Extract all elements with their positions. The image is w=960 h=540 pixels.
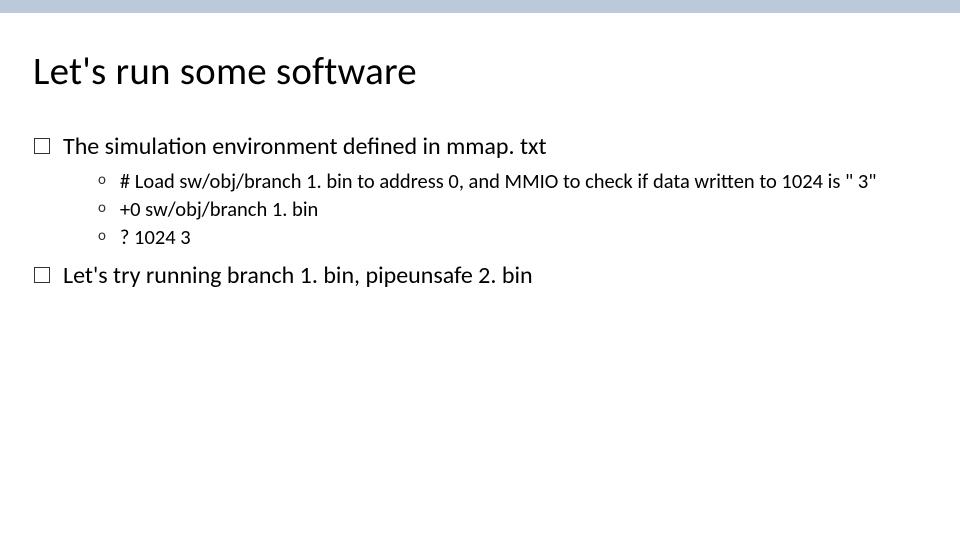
checkbox-icon [34, 267, 50, 283]
sub-list: o # Load sw/obj/branch 1. bin to address… [98, 168, 960, 251]
slide-content: The simulation environment defined in mm… [34, 132, 960, 291]
sub-item: o # Load sw/obj/branch 1. bin to address… [98, 168, 960, 194]
bullet-text: Let's try running branch 1. bin, pipeuns… [63, 261, 533, 291]
circle-icon: o [98, 229, 106, 244]
sub-text: # Load sw/obj/branch 1. bin to address 0… [120, 168, 877, 194]
sub-item: o +0 sw/obj/branch 1. bin [98, 196, 960, 222]
sub-text: ? 1024 3 [120, 224, 191, 250]
bullet-item: The simulation environment defined in mm… [34, 132, 960, 162]
circle-icon: o [98, 201, 106, 216]
checkbox-icon [34, 138, 50, 154]
sub-text: +0 sw/obj/branch 1. bin [120, 196, 318, 222]
slide-title: Let's run some software [33, 48, 960, 95]
bullet-item: Let's try running branch 1. bin, pipeuns… [34, 261, 960, 291]
circle-icon: o [98, 173, 106, 188]
top-accent-bar [0, 0, 960, 13]
sub-item: o ? 1024 3 [98, 224, 960, 250]
bullet-text: The simulation environment defined in mm… [63, 132, 547, 162]
